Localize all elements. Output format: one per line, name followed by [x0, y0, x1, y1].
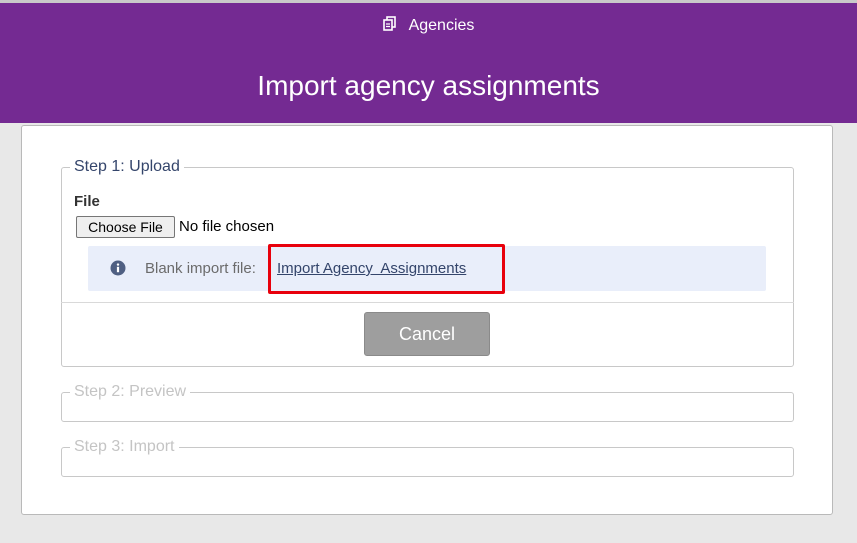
- choose-file-button[interactable]: Choose File: [76, 216, 175, 238]
- step-preview-section: Step 2: Preview: [61, 383, 794, 422]
- step-preview-legend: Step 2: Preview: [74, 383, 187, 400]
- highlight-box: [268, 244, 505, 294]
- breadcrumb-label: Agencies: [408, 17, 475, 34]
- section-divider: [61, 302, 794, 303]
- page-header: Agencies Import agency assignments: [0, 3, 857, 123]
- breadcrumb[interactable]: Agencies: [0, 16, 857, 38]
- step-import-section: Step 3: Import: [61, 438, 794, 477]
- cancel-button[interactable]: Cancel: [364, 312, 490, 356]
- file-label: File: [74, 193, 100, 210]
- step-upload-legend: Step 1: Upload: [74, 158, 180, 175]
- no-file-chosen-text: No file chosen: [179, 218, 275, 235]
- page-title: Import agency assignments: [257, 70, 600, 101]
- info-circle-icon: [110, 260, 126, 281]
- step-import-legend: Step 3: Import: [74, 438, 175, 455]
- import-card: Step 1: Upload File Choose File No file …: [21, 125, 833, 515]
- copy-documents-icon: [382, 16, 397, 38]
- blank-import-file-label: Blank import file:: [145, 260, 256, 277]
